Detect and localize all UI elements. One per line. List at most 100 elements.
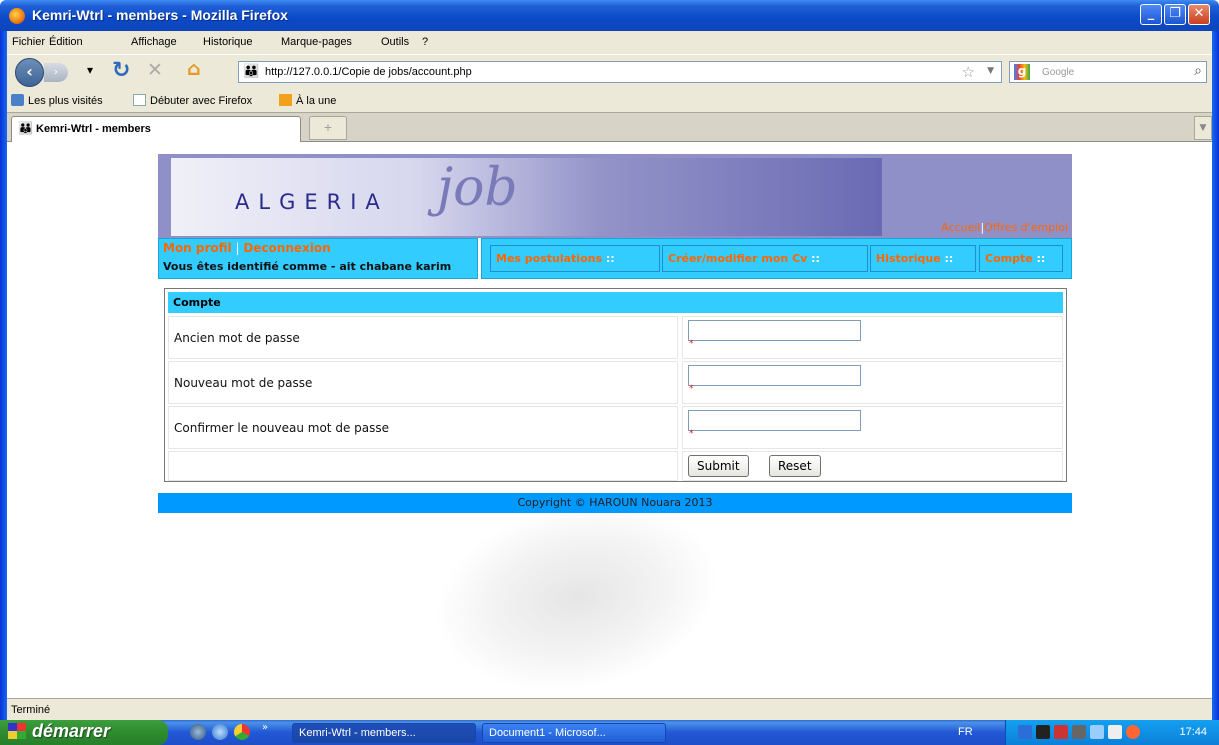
tray-speaker-icon[interactable]	[1072, 725, 1086, 739]
site-logo[interactable]: ALGERIA job	[171, 158, 882, 236]
window-title: Kemri-Wtrl - members - Mozilla Firefox	[32, 7, 288, 23]
form-row-buttons: Submit Reset	[168, 451, 1063, 481]
home-icon[interactable]: ⌂	[187, 58, 201, 80]
navigation-toolbar: ‹ › ▾ ↻ ✕ ⌂ 👪 http://127.0.0.1/Copie de …	[7, 54, 1212, 89]
stop-icon[interactable]: ✕	[147, 59, 163, 81]
nav-label: Créer/modifier mon Cv	[668, 252, 808, 265]
forward-button[interactable]: ›	[44, 63, 68, 82]
bookmark-getting-started[interactable]: Débuter avec Firefox	[133, 94, 252, 107]
user-panel: Mon profil | Deconnexion Vous êtes ident…	[158, 238, 478, 279]
menu-affichage[interactable]: Affichage	[131, 36, 177, 48]
rss-feed-icon	[279, 94, 292, 106]
tray-messenger-icon[interactable]	[1090, 725, 1104, 739]
logo-script: job	[437, 158, 518, 218]
new-password-input[interactable]	[688, 365, 861, 386]
menu-help[interactable]: ?	[422, 36, 428, 48]
link-accueil[interactable]: Accueil	[941, 221, 980, 234]
task-word-document[interactable]: Document1 - Microsof...	[482, 723, 666, 743]
tab-bar: 👪 Kemri-Wtrl - members + ▼	[7, 113, 1212, 142]
quicklaunch-more-icon[interactable]: »	[262, 722, 272, 738]
clock: 17:44	[1179, 726, 1207, 738]
page-footer: Copyright © HAROUN Nouara 2013	[158, 493, 1072, 513]
maximize-button[interactable]: ❐	[1164, 4, 1186, 25]
page-icon	[133, 94, 146, 106]
nav-historique[interactable]: Historique ::	[870, 245, 976, 272]
bookmark-most-visited[interactable]: Les plus visités	[11, 94, 103, 107]
google-icon[interactable]: g	[1014, 64, 1030, 80]
reset-button[interactable]: Reset	[769, 455, 821, 477]
form-label-cell	[168, 451, 678, 481]
window-border-left	[0, 31, 7, 720]
search-placeholder: Google	[1042, 67, 1075, 78]
form-label-cell: Nouveau mot de passe	[168, 361, 678, 404]
internet-explorer-icon[interactable]	[212, 724, 228, 740]
link-mon-profil[interactable]: Mon profil	[163, 241, 232, 255]
form-label-cell: Confirmer le nouveau mot de passe	[168, 406, 678, 449]
reload-icon[interactable]: ↻	[112, 58, 130, 83]
show-desktop-icon[interactable]	[190, 724, 206, 740]
back-button[interactable]: ‹	[15, 58, 44, 87]
nav-label: Historique	[876, 252, 941, 265]
form-row-confirm-password: Confirmer le nouveau mot de passe *	[168, 406, 1063, 449]
menu-historique[interactable]: Historique	[203, 36, 253, 48]
menu-outils[interactable]: Outils	[381, 36, 409, 48]
windows-taskbar: démarrer » Kemri-Wtrl - members... Docum…	[0, 720, 1219, 745]
search-icon[interactable]: ⌕	[1194, 63, 1202, 79]
window-titlebar: Kemri-Wtrl - members - Mozilla Firefox _…	[0, 0, 1219, 31]
tab-list-dropdown[interactable]: ▼	[1194, 116, 1212, 140]
history-dropdown-icon[interactable]: ▾	[87, 63, 93, 77]
menu-fichier[interactable]: Fichier	[12, 36, 45, 48]
link-offres-emploi[interactable]: Offres d'emploi	[984, 221, 1068, 234]
chrome-icon[interactable]	[234, 724, 250, 740]
tray-device-icon[interactable]	[1108, 725, 1122, 739]
status-text: Terminé	[11, 704, 51, 716]
form-row-new-password: Nouveau mot de passe *	[168, 361, 1063, 404]
bookmark-star-icon[interactable]: ☆	[962, 63, 975, 81]
search-bar[interactable]: g Google ⌕	[1009, 61, 1207, 83]
firefox-icon	[9, 8, 25, 24]
nav-creer-modifier-cv[interactable]: Créer/modifier mon Cv ::	[662, 245, 868, 272]
task-firefox[interactable]: Kemri-Wtrl - members...	[292, 723, 476, 743]
bookmark-headlines[interactable]: À la une	[279, 94, 336, 107]
required-marker: *	[689, 429, 694, 439]
tab-kemri-members[interactable]: 👪 Kemri-Wtrl - members	[11, 116, 301, 142]
user-links: Mon profil | Deconnexion	[163, 241, 331, 255]
nav-compte[interactable]: Compte ::	[979, 245, 1063, 272]
form-input-cell: *	[682, 361, 1063, 404]
menu-bar: Fichier Édition Affichage Historique Mar…	[7, 31, 1212, 54]
old-password-input[interactable]	[688, 320, 861, 341]
menu-marque-pages[interactable]: Marque-pages	[281, 36, 352, 48]
new-password-label: Nouveau mot de passe	[174, 376, 313, 390]
site-favicon-icon: 👪	[243, 64, 260, 79]
task-label: Kemri-Wtrl - members...	[299, 727, 416, 739]
minimize-button[interactable]: _	[1140, 4, 1162, 25]
language-indicator[interactable]: FR	[958, 726, 973, 738]
tray-network-icon[interactable]	[1036, 725, 1050, 739]
tray-antivirus-icon[interactable]	[1054, 725, 1068, 739]
window-border-right	[1212, 31, 1219, 720]
page-viewport: ALGERIA job Accueil | Offres d'emploi Mon …	[7, 142, 1212, 698]
confirm-password-label: Confirmer le nouveau mot de passe	[174, 421, 389, 435]
url-bar[interactable]: 👪 http://127.0.0.1/Copie de jobs/account…	[238, 61, 1002, 83]
submit-button[interactable]: Submit	[688, 455, 749, 477]
start-button[interactable]: démarrer	[0, 720, 168, 745]
task-label: Document1 - Microsof...	[489, 727, 606, 739]
form-heading: Compte	[168, 292, 1063, 313]
nav-mes-postulations[interactable]: Mes postulations ::	[490, 245, 660, 272]
background-watermark	[411, 502, 743, 692]
bookmarks-toolbar: Les plus visités Débuter avec Firefox À …	[7, 89, 1212, 113]
logo-word: ALGERIA	[235, 190, 389, 214]
confirm-password-input[interactable]	[688, 410, 861, 431]
close-button[interactable]: ✕	[1188, 4, 1210, 25]
system-tray: 17:44	[1005, 720, 1219, 745]
tray-shield-icon[interactable]	[1018, 725, 1032, 739]
url-dropdown-icon[interactable]: ▼	[987, 66, 994, 76]
bookmark-label: Débuter avec Firefox	[150, 95, 253, 107]
link-deconnexion[interactable]: Deconnexion	[243, 241, 330, 255]
tab-label: Kemri-Wtrl - members	[36, 123, 151, 135]
tray-update-icon[interactable]	[1126, 725, 1140, 739]
nav-separator: ::	[602, 252, 615, 265]
menu-edition[interactable]: Édition	[49, 36, 83, 48]
link-separator: |	[231, 241, 244, 255]
new-tab-button[interactable]: +	[309, 116, 347, 140]
